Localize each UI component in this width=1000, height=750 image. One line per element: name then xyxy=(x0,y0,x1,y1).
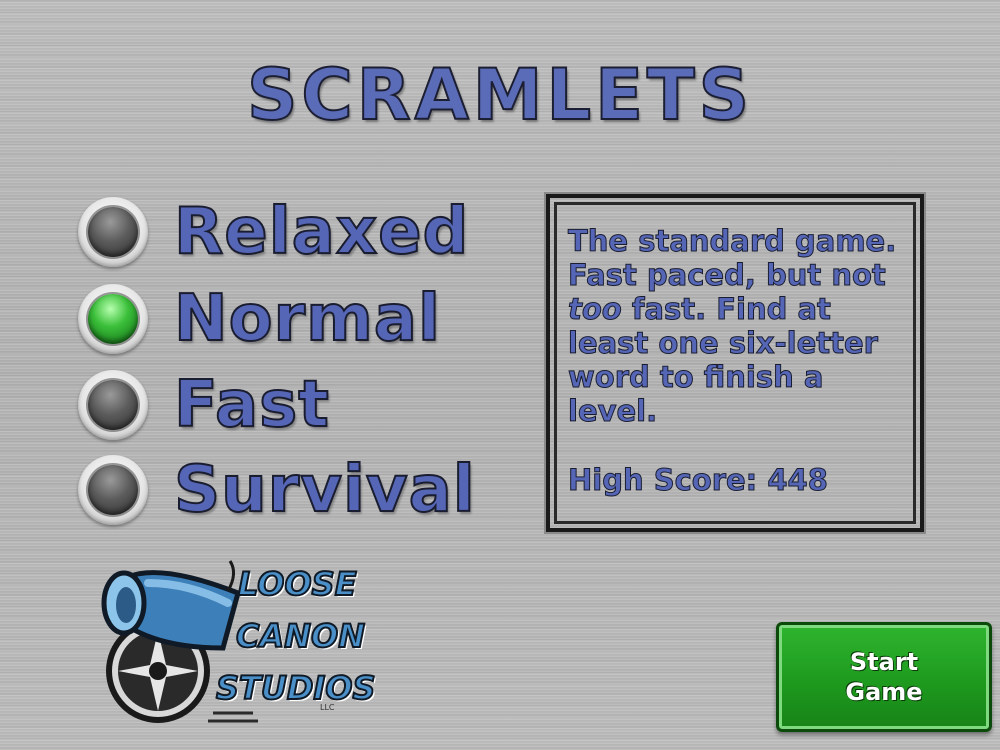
description-emphasis: too xyxy=(568,292,623,327)
radio-button[interactable] xyxy=(78,284,148,354)
logo-word-2: CANON xyxy=(235,616,366,656)
indicator-lamp-off-icon xyxy=(88,207,138,257)
mode-label-normal: Normal xyxy=(173,281,441,357)
logo-word-1: LOOSE xyxy=(237,564,358,604)
radio-button[interactable] xyxy=(78,455,148,525)
indicator-lamp-on-icon xyxy=(88,294,138,344)
mode-label-fast: Fast xyxy=(173,367,330,443)
mode-description-panel: The standard game. Fast paced, but not t… xyxy=(546,194,924,532)
studio-logo: LOOSE CANON STUDIOS LLC xyxy=(88,553,377,728)
start-label-line1: Start xyxy=(849,648,919,676)
game-title: SCRAMLETS xyxy=(246,53,754,137)
mode-label-relaxed: Relaxed xyxy=(173,194,470,270)
logo-llc: LLC xyxy=(320,703,335,712)
indicator-lamp-off-icon xyxy=(88,380,138,430)
start-game-label: Start Game xyxy=(824,647,944,707)
logo-word-3: STUDIOS xyxy=(215,668,377,708)
mode-option-fast[interactable]: Fast xyxy=(78,367,478,443)
radio-button[interactable] xyxy=(78,370,148,440)
mode-description: The standard game. Fast paced, but not t… xyxy=(567,224,908,429)
high-score: High Score: 448 xyxy=(568,463,829,498)
description-text: The standard game. Fast paced, but not xyxy=(567,224,897,293)
radio-button[interactable] xyxy=(78,197,148,267)
mode-option-relaxed[interactable]: Relaxed xyxy=(78,194,478,270)
indicator-lamp-off-icon xyxy=(88,465,138,515)
mode-option-normal[interactable]: Normal xyxy=(78,281,478,357)
start-label-line2: Game xyxy=(845,678,923,706)
mode-option-survival[interactable]: Survival xyxy=(78,452,478,528)
start-game-button[interactable]: Start Game xyxy=(776,622,992,732)
mode-label-survival: Survival xyxy=(173,452,476,528)
